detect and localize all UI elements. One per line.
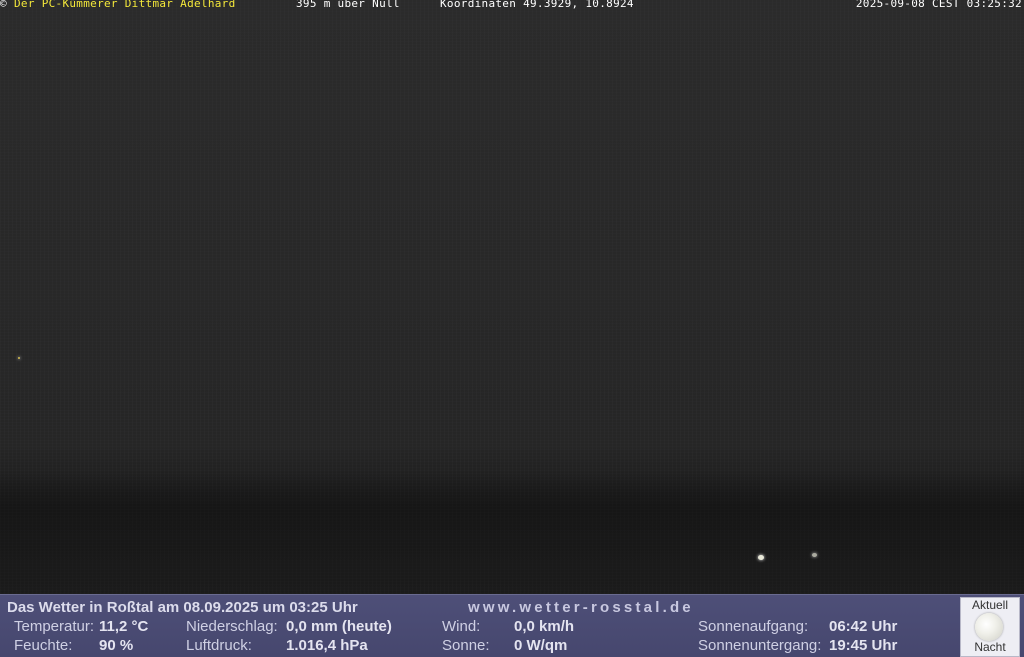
website-url: www.wetter-rosstal.de [468, 599, 694, 616]
sunrise-label: Sonnenaufgang: [698, 618, 809, 635]
distant-light [758, 555, 764, 560]
webcam-image [0, 0, 1024, 594]
pressure-label: Luftdruck: [186, 637, 252, 654]
moon-phase-box: Aktuell Nacht [960, 597, 1020, 657]
sunset-value: 19:45 Uhr [829, 637, 898, 654]
owner-text: Der PC-Kümmerer Dittmar Adelhard [14, 0, 236, 10]
distant-light [812, 553, 817, 557]
temperature-label: Temperatur: [14, 618, 95, 635]
sunrise-value: 06:42 Uhr [829, 618, 898, 635]
wind-label: Wind: [442, 618, 481, 635]
temperature-value: 11,2 °C [99, 618, 149, 635]
moon-label-current: Aktuell [971, 598, 1009, 612]
webcam-overlay-bar: © Der PC-Kümmerer Dittmar Adelhard 395 m… [0, 0, 1024, 11]
full-moon-icon [975, 613, 1003, 641]
pressure-value: 1.016,4 hPa [286, 637, 368, 654]
precipitation-label: Niederschlag: [186, 618, 278, 635]
weather-title: Das Wetter in Roßtal am 08.09.2025 um 03… [7, 599, 358, 616]
sun-value: 0 W/qm [514, 637, 568, 654]
sunset-label: Sonnenuntergang: [698, 637, 822, 654]
precipitation-value: 0,0 mm (heute) [286, 618, 392, 635]
weather-panel: Das Wetter in Roßtal am 08.09.2025 um 03… [0, 594, 1024, 657]
webcam-ground-area [0, 470, 1024, 594]
wind-value: 0,0 km/h [514, 618, 575, 635]
moon-label-night: Nacht [974, 640, 1006, 654]
copyright-symbol: © [0, 0, 7, 10]
timestamp-text: 2025-09-08 CEST 03:25:32 [855, 0, 1022, 10]
altitude-text: 395 m über Null [296, 0, 400, 10]
humidity-value: 90 % [99, 637, 134, 654]
coordinates-text: Koordinaten 49.3929, 10.8924 [440, 0, 634, 10]
sun-label: Sonne: [442, 637, 490, 654]
humidity-label: Feuchte: [14, 637, 73, 654]
distant-light [18, 357, 20, 359]
